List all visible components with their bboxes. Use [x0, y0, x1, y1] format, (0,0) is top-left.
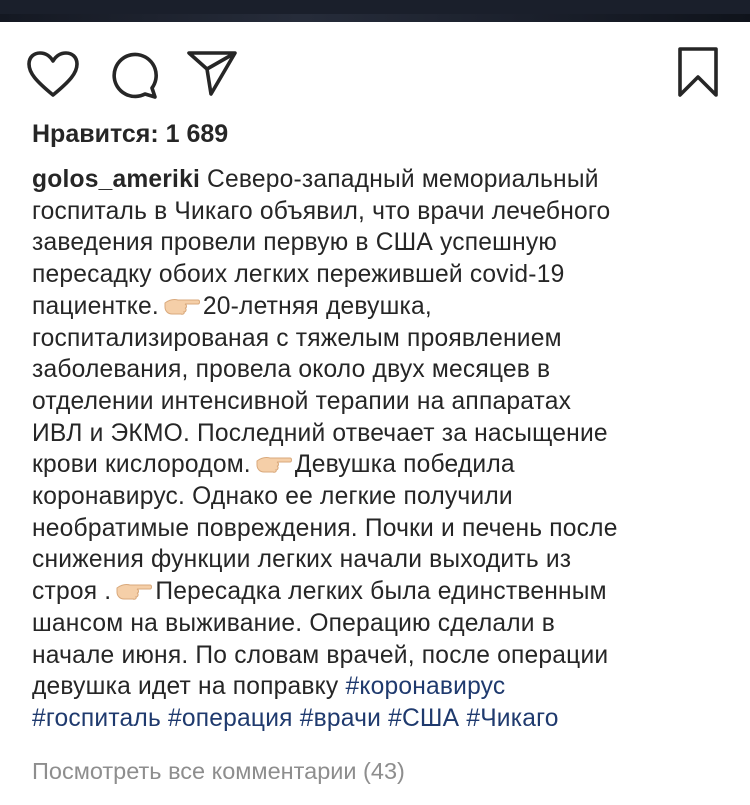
- caption-line: девушка идет на поправку: [32, 673, 339, 701]
- caption-line: коронавирус. Однако ее легкие получили: [32, 483, 513, 511]
- caption-line: начале июня. По словам врачей, после опе…: [32, 641, 609, 669]
- paper-plane-icon[interactable]: [186, 48, 238, 98]
- speech-bubble-icon[interactable]: [108, 50, 160, 100]
- hashtag-link[interactable]: #Чикаго: [466, 705, 558, 732]
- hashtag-link[interactable]: #врачи: [300, 705, 381, 732]
- caption-line: шансом на выживание. Операцию сделали в: [32, 609, 556, 637]
- hashtag-link[interactable]: #операция: [168, 705, 293, 732]
- pointing-hand-icon: [256, 457, 292, 474]
- heart-outline-icon[interactable]: [26, 50, 80, 100]
- caption-line: крови кислородом.: [32, 451, 251, 479]
- pointing-hand-icon: [164, 298, 200, 315]
- post-image-bottom-edge: [0, 0, 750, 22]
- post-action-bar: [0, 40, 750, 102]
- caption-line: строя .: [32, 578, 112, 606]
- hashtag-link[interactable]: #госпиталь: [32, 705, 161, 732]
- caption-line: пересадку обоих легких пережившей covid-…: [32, 261, 565, 289]
- post-caption: golos_ameriki Северо-западный мемориальн…: [32, 164, 722, 735]
- caption-line: снижения функции легких начали выходить …: [32, 546, 572, 574]
- pointing-hand-icon: [116, 584, 153, 600]
- caption-line: госпиталь в Чикаго объявил, что врачи ле…: [32, 197, 611, 225]
- caption-line: ИВЛ и ЭКМО. Последний отвечает за насыще…: [32, 419, 608, 447]
- caption-line: Северо-западный мемориальный: [207, 166, 599, 193]
- caption-line: отделении интенсивной терапии на аппарат…: [32, 387, 572, 415]
- hashtag-link[interactable]: #коронавирус: [345, 673, 505, 700]
- hashtag-link[interactable]: #США: [388, 705, 459, 732]
- bookmark-icon[interactable]: [674, 46, 722, 98]
- caption-line: пациентке.: [32, 292, 159, 320]
- likes-count[interactable]: Нравится: 1 689: [32, 120, 228, 149]
- view-all-comments-link[interactable]: Посмотреть все комментарии (43): [32, 758, 405, 785]
- caption-line: госпитализированая с тяжелым проявлением: [32, 324, 562, 352]
- caption-line: Девушка победила: [294, 451, 515, 479]
- caption-line: Пересадка легких была единственным: [155, 578, 607, 606]
- caption-line: 20-летняя девушка,: [202, 292, 432, 320]
- username-link[interactable]: golos_ameriki: [32, 166, 200, 193]
- caption-line: заведения провели первую в США успешную: [32, 229, 558, 257]
- caption-line: заболевания, провела около двух месяцев …: [32, 356, 551, 384]
- caption-line: необратимые повреждения. Почки и печень …: [32, 514, 618, 542]
